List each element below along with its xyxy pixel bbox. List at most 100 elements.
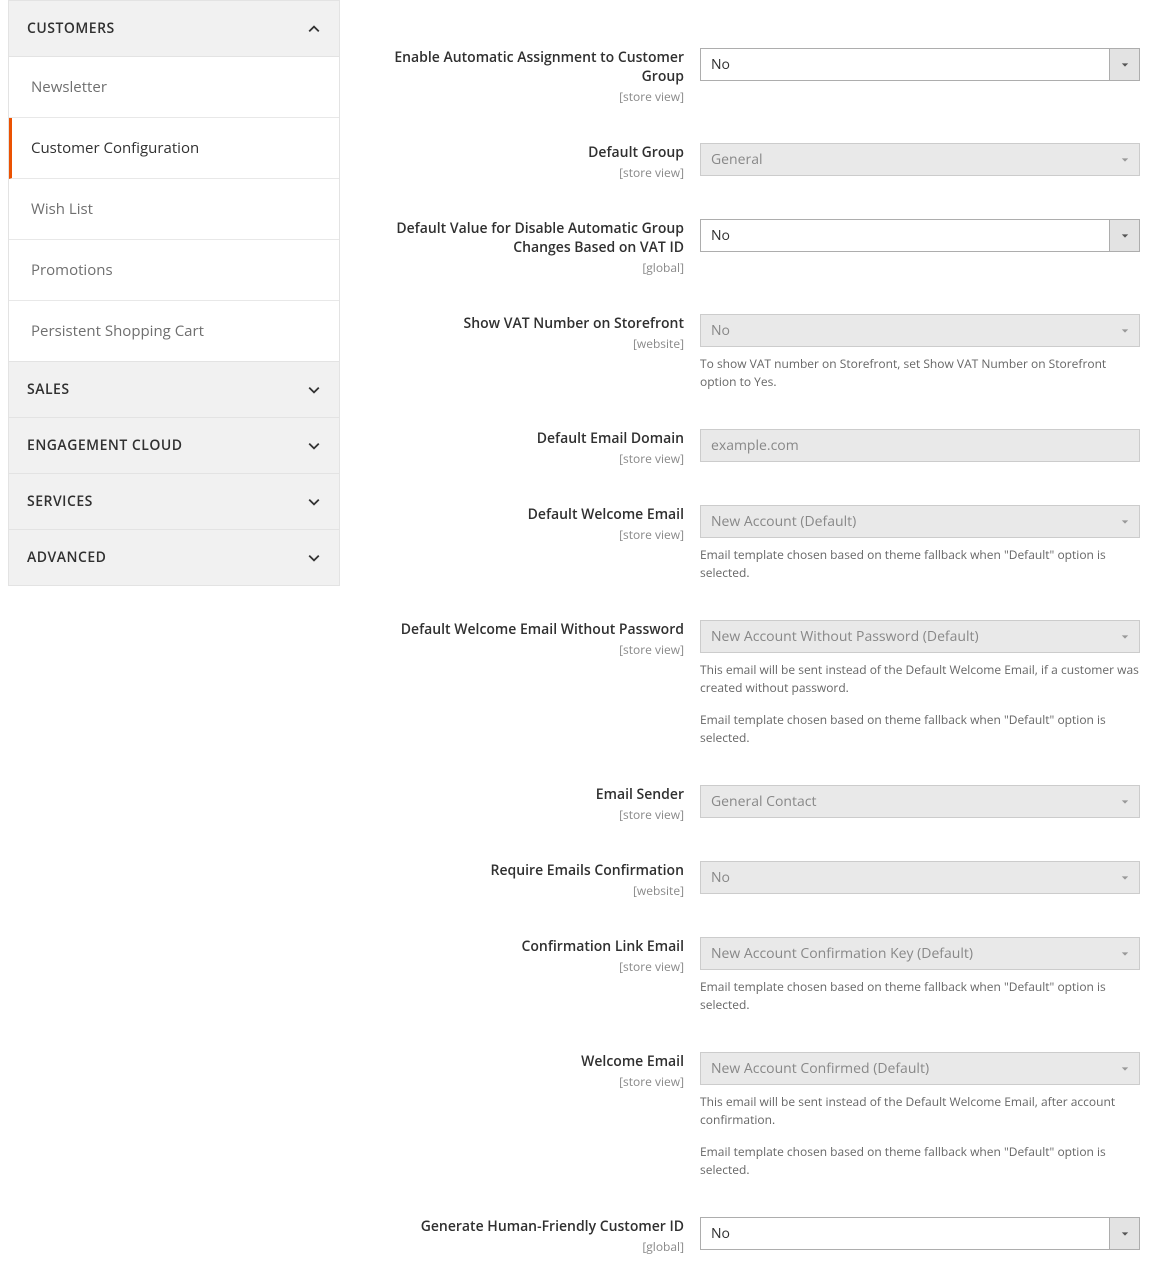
subnav-item-label: Promotions bbox=[31, 260, 113, 280]
subnav-item-promotions[interactable]: Promotions bbox=[9, 240, 339, 301]
select-default-group: General bbox=[700, 143, 1140, 176]
dropdown-arrow-icon bbox=[1109, 220, 1139, 251]
field-label: Enable Automatic Assignment to Customer … bbox=[365, 48, 700, 105]
dropdown-arrow-icon bbox=[1109, 862, 1139, 893]
field-disable-vat: Default Value for Disable Automatic Grou… bbox=[365, 219, 1152, 276]
nav-section-services: SERVICES bbox=[8, 474, 340, 530]
chevron-up-icon bbox=[307, 22, 321, 36]
chevron-down-icon bbox=[307, 495, 321, 509]
scope-text: [store view] bbox=[365, 88, 684, 105]
field-label: Default Welcome Email [store view] bbox=[365, 505, 700, 543]
nav-section-sales: SALES bbox=[8, 362, 340, 418]
nav-header-services[interactable]: SERVICES bbox=[9, 474, 339, 529]
field-note: Email template chosen based on theme fal… bbox=[700, 546, 1140, 582]
select-welcome-email: New Account (Default) bbox=[700, 505, 1140, 538]
field-welcome-email: Default Welcome Email [store view] New A… bbox=[365, 505, 1152, 582]
scope-text: [store view] bbox=[365, 526, 684, 543]
nav-section-advanced: ADVANCED bbox=[8, 530, 340, 586]
nav-header-advanced[interactable]: ADVANCED bbox=[9, 530, 339, 585]
subnav-item-label: Newsletter bbox=[31, 77, 107, 97]
select-show-vat: No bbox=[700, 314, 1140, 347]
field-welcome-no-pw: Default Welcome Email Without Password [… bbox=[365, 620, 1152, 747]
field-default-group: Default Group [store view] General bbox=[365, 143, 1152, 181]
select-disable-vat[interactable]: No bbox=[700, 219, 1140, 252]
nav-section-customers: CUSTOMERS Newsletter Customer Configurat… bbox=[8, 0, 340, 362]
field-label: Generate Human-Friendly Customer ID [glo… bbox=[365, 1217, 700, 1255]
field-label: Require Emails Confirmation [website] bbox=[365, 861, 700, 899]
field-require-confirm: Require Emails Confirmation [website] No bbox=[365, 861, 1152, 899]
field-note: Email template chosen based on theme fal… bbox=[700, 711, 1140, 747]
nav-section-label: ENGAGEMENT CLOUD bbox=[27, 436, 183, 455]
nav-header-customers[interactable]: CUSTOMERS bbox=[9, 1, 339, 57]
dropdown-arrow-icon bbox=[1109, 144, 1139, 175]
select-human-id[interactable]: No bbox=[700, 1217, 1140, 1250]
label-text: Default Group bbox=[588, 143, 684, 162]
field-label: Default Group [store view] bbox=[365, 143, 700, 181]
label-text: Show VAT Number on Storefront bbox=[464, 314, 684, 333]
config-form: Enable Automatic Assignment to Customer … bbox=[340, 0, 1172, 1275]
select-value: No bbox=[701, 862, 1109, 893]
field-label: Show VAT Number on Storefront [website] bbox=[365, 314, 700, 352]
select-value: General bbox=[701, 144, 1109, 175]
dropdown-arrow-icon bbox=[1109, 938, 1139, 969]
label-text: Confirmation Link Email bbox=[522, 937, 684, 956]
select-value: General Contact bbox=[701, 786, 1109, 817]
dropdown-arrow-icon bbox=[1109, 1218, 1139, 1249]
nav-section-label: CUSTOMERS bbox=[27, 19, 115, 38]
config-sidebar: CUSTOMERS Newsletter Customer Configurat… bbox=[0, 0, 340, 1275]
field-show-vat: Show VAT Number on Storefront [website] … bbox=[365, 314, 1152, 391]
select-require-confirm: No bbox=[700, 861, 1140, 894]
field-email-domain: Default Email Domain [store view] exampl… bbox=[365, 429, 1152, 467]
field-note: Email template chosen based on theme fal… bbox=[700, 978, 1140, 1014]
subnav-item-persistent-cart[interactable]: Persistent Shopping Cart bbox=[9, 301, 339, 361]
scope-text: [store view] bbox=[365, 806, 684, 823]
scope-text: [website] bbox=[365, 882, 684, 899]
select-value: New Account Without Password (Default) bbox=[701, 621, 1109, 652]
select-value: No bbox=[701, 49, 1109, 80]
subnav-item-label: Persistent Shopping Cart bbox=[31, 321, 204, 341]
label-text: Enable Automatic Assignment to Customer … bbox=[394, 48, 684, 86]
field-welcome-confirmed: Welcome Email [store view] New Account C… bbox=[365, 1052, 1152, 1179]
select-welcome-no-pw: New Account Without Password (Default) bbox=[700, 620, 1140, 653]
chevron-down-icon bbox=[307, 551, 321, 565]
field-human-id: Generate Human-Friendly Customer ID [glo… bbox=[365, 1217, 1152, 1255]
label-text: Default Welcome Email Without Password bbox=[401, 620, 684, 639]
scope-text: [global] bbox=[365, 259, 684, 276]
subnav-item-label: Wish List bbox=[31, 199, 93, 219]
label-text: Default Email Domain bbox=[537, 429, 684, 448]
dropdown-arrow-icon bbox=[1109, 1053, 1139, 1084]
chevron-down-icon bbox=[307, 439, 321, 453]
subnav-item-customer-configuration[interactable]: Customer Configuration bbox=[9, 118, 339, 179]
subnav-item-wish-list[interactable]: Wish List bbox=[9, 179, 339, 240]
label-text: Require Emails Confirmation bbox=[491, 861, 685, 880]
field-note: This email will be sent instead of the D… bbox=[700, 1093, 1140, 1129]
nav-section-label: SALES bbox=[27, 380, 70, 399]
field-label: Email Sender [store view] bbox=[365, 785, 700, 823]
subnav-item-label: Customer Configuration bbox=[31, 138, 199, 158]
select-auto-assign[interactable]: No bbox=[700, 48, 1140, 81]
field-note: This email will be sent instead of the D… bbox=[700, 661, 1140, 697]
scope-text: [store view] bbox=[365, 958, 684, 975]
field-auto-assign: Enable Automatic Assignment to Customer … bbox=[365, 48, 1152, 105]
field-label: Confirmation Link Email [store view] bbox=[365, 937, 700, 975]
subnav-customers: Newsletter Customer Configuration Wish L… bbox=[9, 57, 339, 361]
nav-header-sales[interactable]: SALES bbox=[9, 362, 339, 417]
field-confirm-link: Confirmation Link Email [store view] New… bbox=[365, 937, 1152, 1014]
select-value: New Account Confirmation Key (Default) bbox=[701, 938, 1109, 969]
subnav-item-newsletter[interactable]: Newsletter bbox=[9, 57, 339, 118]
select-confirm-link: New Account Confirmation Key (Default) bbox=[700, 937, 1140, 970]
scope-text: [website] bbox=[365, 335, 684, 352]
select-value: No bbox=[701, 315, 1109, 346]
field-label: Welcome Email [store view] bbox=[365, 1052, 700, 1090]
field-email-sender: Email Sender [store view] General Contac… bbox=[365, 785, 1152, 823]
select-value: New Account Confirmed (Default) bbox=[701, 1053, 1109, 1084]
nav-header-engagement-cloud[interactable]: ENGAGEMENT CLOUD bbox=[9, 418, 339, 473]
field-note: Email template chosen based on theme fal… bbox=[700, 1143, 1140, 1179]
select-value: New Account (Default) bbox=[701, 506, 1109, 537]
scope-text: [store view] bbox=[365, 164, 684, 181]
label-text: Email Sender bbox=[596, 785, 684, 804]
label-text: Generate Human-Friendly Customer ID bbox=[421, 1217, 684, 1236]
select-email-sender: General Contact bbox=[700, 785, 1140, 818]
scope-text: [store view] bbox=[365, 1073, 684, 1090]
scope-text: [store view] bbox=[365, 450, 684, 467]
